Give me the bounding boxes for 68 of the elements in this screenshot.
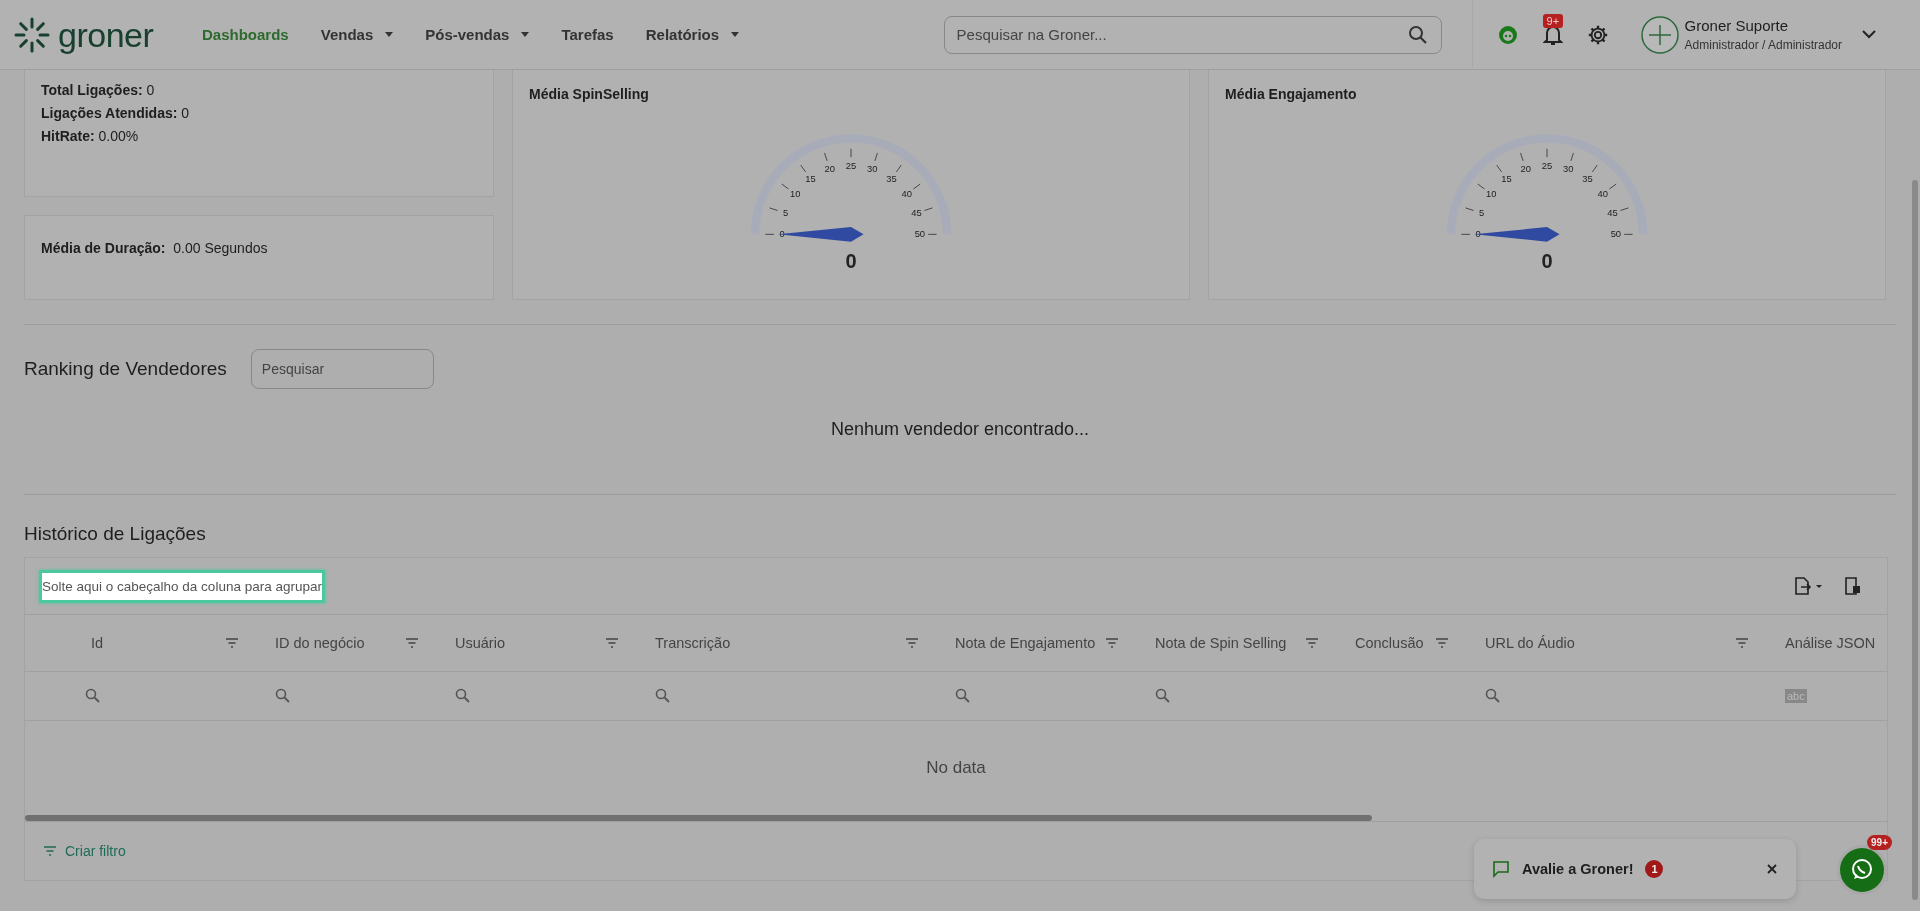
chat-icon [1492, 860, 1510, 878]
search-icon[interactable] [1485, 688, 1501, 704]
column-header[interactable]: Nota de Spin Selling [1131, 615, 1331, 671]
stat-line: Média de Duração: 0.00 Segundos [41, 240, 269, 256]
scrollbar[interactable] [25, 815, 1372, 821]
nav-link[interactable]: Relatórios [645, 26, 740, 43]
gauge-value: 0 [1541, 250, 1553, 273]
column-chooser-icon[interactable] [1843, 576, 1863, 596]
create-filter-link[interactable]: Criar filtro [43, 843, 126, 859]
user-name: Groner Suporte [1684, 17, 1789, 34]
filter-icon[interactable] [1735, 638, 1749, 648]
logo-text: groner [58, 17, 154, 52]
export-icon[interactable] [1793, 576, 1823, 596]
column-header[interactable]: Id [25, 615, 251, 671]
column-header[interactable]: Conclusão [1331, 615, 1461, 671]
filter-icon[interactable] [225, 638, 239, 648]
column-header[interactable]: Usuário [431, 615, 631, 671]
settings-icon[interactable] [1586, 23, 1609, 46]
search-icon[interactable] [655, 688, 671, 704]
chevron-down-icon [1862, 30, 1876, 39]
group-panel[interactable]: Solte aqui o cabeçalho da coluna para agrupar [39, 569, 325, 603]
notification-badge: 9+ [1542, 13, 1564, 28]
search-icon[interactable] [275, 688, 291, 704]
search-icon[interactable] [85, 688, 101, 704]
search-icon[interactable] [455, 688, 471, 704]
user-menu[interactable]: Groner Suporte Administrador / Administrador [1640, 15, 1876, 54]
gauge-drawing: 0 5 10 15 20 25 30 35 40 45 50 [746, 130, 956, 250]
logo[interactable]: groner [12, 14, 172, 55]
filter-icon[interactable] [405, 638, 419, 648]
gauge-drawing: 0 5 10 15 20 25 30 35 40 45 50 [1442, 130, 1652, 250]
filter-icon[interactable] [1105, 638, 1119, 648]
column-header[interactable]: Nota de Engajamento [931, 615, 1131, 671]
gauge-title: Média SpinSelling [529, 86, 649, 102]
search-field[interactable]: Pesquisar na Groner... [943, 15, 1442, 54]
nav-link[interactable]: Tarefas [561, 26, 614, 43]
empty-message: No data [926, 758, 986, 778]
column-header[interactable]: Análise JSON [1761, 615, 1887, 671]
section-title: Ranking de Vendedores [24, 358, 227, 380]
robot-icon[interactable] [1496, 23, 1519, 46]
toast-text: Avalie a Groner! [1522, 861, 1634, 877]
chat-button[interactable] [1840, 848, 1884, 892]
section-title: Histórico de Ligações [24, 523, 207, 545]
stat-line: Total Ligações: 0 [41, 82, 156, 98]
filter-icon [43, 846, 57, 856]
nav-link[interactable]: Pós-vendas [425, 26, 530, 43]
count-badge: 1 [1645, 860, 1664, 878]
column-header[interactable]: URL do Áudio [1461, 615, 1761, 671]
nav-link[interactable]: Vendas [320, 26, 394, 43]
stat-line: HitRate: 0.00% [41, 128, 140, 144]
filter-icon[interactable] [605, 638, 619, 648]
search-icon[interactable] [955, 688, 971, 704]
search-icon[interactable] [1407, 24, 1428, 45]
search-icon[interactable] [1155, 688, 1171, 704]
filter-icon[interactable] [905, 638, 919, 648]
stat-line: Ligações Atendidas: 0 [41, 105, 191, 121]
close-icon[interactable] [1766, 863, 1778, 875]
user-role: Administrador / Administrador [1684, 38, 1842, 52]
gauge-value: 0 [845, 250, 857, 273]
empty-message: Nenhum vendedor encontrado... [830, 419, 1090, 440]
column-header[interactable]: ID do negócio [251, 615, 431, 671]
count-badge: 99+ [1867, 835, 1892, 850]
scrollbar[interactable] [1912, 180, 1918, 900]
nav-link[interactable]: Dashboards [202, 26, 289, 43]
column-header[interactable]: Transcrição [631, 615, 931, 671]
search-field[interactable]: Pesquisar [250, 349, 434, 389]
filter-icon[interactable] [1435, 638, 1449, 648]
gauge-title: Média Engajamento [1225, 86, 1357, 102]
filter-icon[interactable] [1305, 638, 1319, 648]
